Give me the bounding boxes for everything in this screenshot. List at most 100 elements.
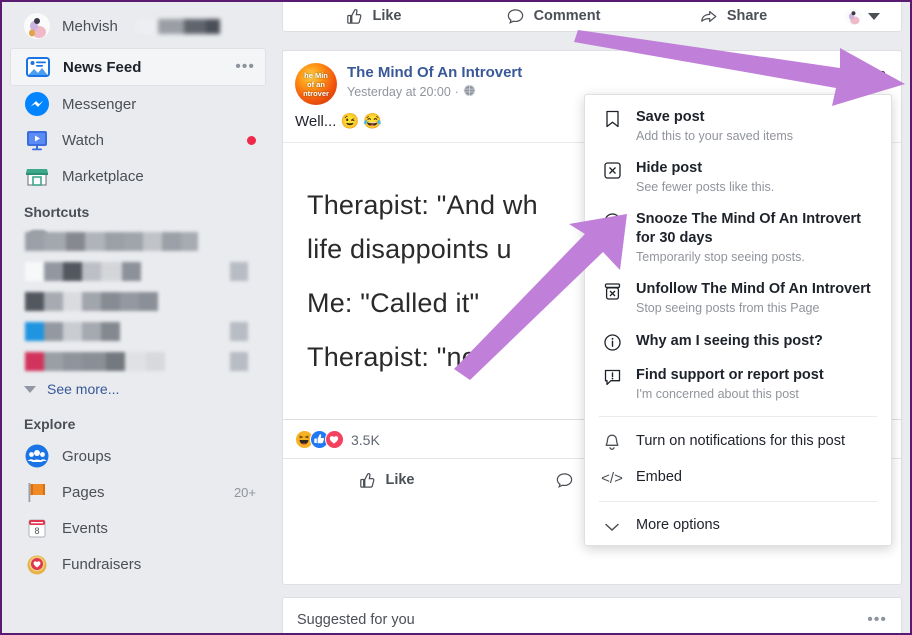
comment-label: Comment [533, 8, 601, 24]
menu-item-subtitle: See fewer posts like this. [636, 180, 775, 194]
reaction-count[interactable]: 3.5K [351, 432, 380, 448]
events-calendar-icon: 8 [24, 515, 50, 541]
share-audience-selector[interactable] [823, 7, 901, 25]
profile-name: Mehvish [62, 17, 118, 35]
shortcut-item[interactable] [2, 316, 274, 346]
chevron-down-icon [24, 385, 36, 393]
post-meta: Yesterday at 20:00 · [347, 84, 522, 100]
profile-name-redacted-blur [135, 18, 220, 34]
previous-post-action-bar: Like Comment Share [283, 2, 901, 31]
see-more-label: See more... [47, 381, 120, 397]
sidebar-item-marketplace[interactable]: Marketplace [10, 158, 266, 194]
post-options-dropdown-menu: Save post Add this to your saved items H… [584, 94, 892, 546]
comment-bubble-icon [506, 7, 525, 26]
menu-item-subtitle: Stop seeing posts from this Page [636, 301, 820, 315]
svg-text:8: 8 [34, 526, 39, 536]
fundraisers-heart-icon [24, 551, 50, 577]
like-button[interactable]: Like [283, 7, 463, 26]
love-reaction-icon [325, 430, 344, 449]
sidebar-item-fundraisers[interactable]: Fundraisers [10, 546, 266, 582]
shortcut-item[interactable] [2, 286, 274, 316]
sidebar-item-messenger[interactable]: Messenger [10, 86, 266, 122]
news-feed-icon [25, 54, 51, 80]
menu-item-title: More options [636, 517, 720, 533]
menu-item-turn-on-notifications[interactable]: Turn on notifications for this post [585, 423, 891, 460]
avatar [844, 7, 862, 25]
sidebar-item-label: News Feed [63, 58, 142, 76]
shortcut-item[interactable] [2, 226, 274, 256]
code-embed-icon: </> [601, 470, 623, 487]
post-like-label: Like [385, 472, 415, 488]
thumbs-up-icon [344, 7, 363, 26]
menu-item-subtitle: Add this to your saved items [636, 129, 794, 143]
groups-icon [24, 443, 50, 469]
sidebar-item-groups[interactable]: Groups [10, 438, 266, 474]
page-profile-picture[interactable]: he Min of an ntrover [295, 63, 337, 105]
shortcut-label-blurred [25, 261, 141, 281]
clock-icon [601, 210, 623, 231]
chevron-down-icon [601, 519, 623, 533]
menu-item-hide-post[interactable]: Hide post See fewer posts like this. [585, 152, 891, 203]
report-flag-icon [601, 366, 623, 387]
menu-item-more-options[interactable]: More options [585, 508, 891, 543]
watch-icon [24, 127, 50, 153]
globe-icon [463, 84, 476, 100]
menu-item-find-support-report[interactable]: Find support or report post I'm concerne… [585, 359, 891, 410]
sidebar-item-news-feed[interactable]: News Feed ••• [10, 48, 266, 86]
comment-button[interactable]: Comment [463, 7, 643, 26]
marketplace-icon [24, 163, 50, 189]
share-arrow-icon [699, 7, 718, 26]
sidebar-item-profile[interactable]: Mehvish [10, 8, 266, 44]
left-sidebar: Mehvish News Feed ••• Messenger Watch Ma… [2, 2, 274, 633]
sidebar-item-events[interactable]: 8 Events [10, 510, 266, 546]
sidebar-item-label: Watch [62, 131, 104, 149]
hide-x-box-icon [601, 159, 623, 180]
menu-item-title: Find support or report post [636, 367, 824, 383]
suggested-for-you-label: Suggested for you [297, 612, 415, 628]
pages-flag-icon [24, 479, 50, 505]
suggested-options-button[interactable]: ••• [867, 612, 887, 628]
watch-unread-badge [247, 135, 256, 145]
explore-heading: Explore [24, 416, 76, 432]
menu-item-subtitle: I'm concerned about this post [636, 387, 799, 401]
like-label: Like [372, 8, 402, 24]
bookmark-icon [601, 108, 623, 129]
sidebar-item-label: Groups [62, 447, 112, 465]
thumbs-up-icon [357, 471, 376, 490]
menu-item-embed[interactable]: </> Embed [585, 460, 891, 495]
comment-bubble-icon [555, 471, 574, 490]
sidebar-item-watch[interactable]: Watch [10, 122, 266, 158]
shortcut-label-blurred [25, 321, 120, 341]
menu-item-title: Why am I seeing this post? [636, 333, 823, 349]
shortcut-label-blurred [25, 231, 198, 251]
sidebar-item-label: Pages [62, 483, 105, 501]
sidebar-item-label: Events [62, 519, 108, 537]
post-timestamp[interactable]: Yesterday at 20:00 [347, 85, 451, 99]
news-feed-options-icon[interactable]: ••• [235, 59, 255, 75]
post-like-button[interactable]: Like [283, 471, 489, 490]
menu-item-subtitle: Temporarily stop seeing posts. [636, 250, 805, 264]
page-name-link[interactable]: The Mind Of An Introvert [347, 63, 522, 82]
menu-item-snooze-page[interactable]: Snooze The Mind Of An Introvert for 30 d… [585, 203, 891, 273]
menu-item-title: Embed [636, 469, 682, 485]
profile-avatar [24, 13, 50, 39]
shortcut-item[interactable] [2, 346, 274, 376]
menu-item-title: Turn on notifications for this post [636, 433, 846, 449]
see-more-shortcuts-button[interactable]: See more... [2, 376, 274, 402]
bell-icon [601, 431, 623, 452]
info-circle-icon [601, 331, 623, 352]
menu-item-save-post[interactable]: Save post Add this to your saved items [585, 101, 891, 152]
share-button[interactable]: Share [643, 7, 823, 26]
sidebar-item-pages[interactable]: Pages 20+ [10, 474, 266, 510]
previous-post-card: Like Comment Share [282, 2, 902, 32]
facebook-news-feed-screenshot: Mehvish News Feed ••• Messenger Watch Ma… [0, 0, 912, 635]
post-options-button[interactable]: ••• [860, 64, 888, 85]
share-label: Share [726, 8, 768, 24]
unfollow-icon [601, 280, 623, 301]
messenger-icon [24, 91, 50, 117]
menu-item-why-seeing-post[interactable]: Why am I seeing this post? [585, 324, 891, 359]
menu-item-unfollow-page[interactable]: Unfollow The Mind Of An Introvert Stop s… [585, 273, 891, 324]
shortcut-item[interactable] [2, 256, 274, 286]
menu-item-title: Unfollow The Mind Of An Introvert [636, 281, 871, 297]
shortcut-label-blurred [25, 291, 158, 311]
